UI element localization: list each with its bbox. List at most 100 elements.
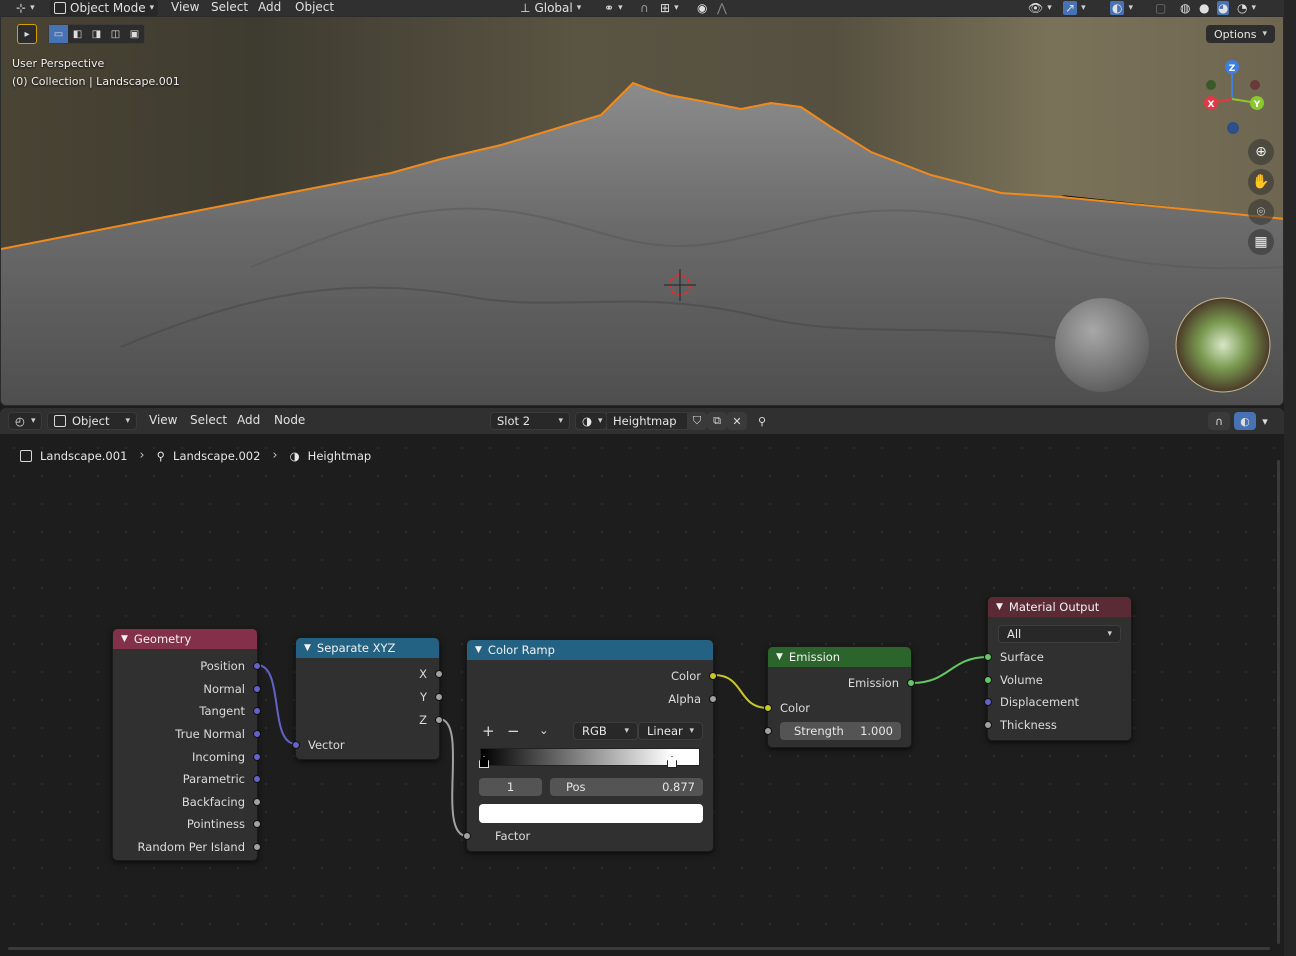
vertical-scrollbar[interactable] [1277, 460, 1280, 944]
interpolation-dropdown[interactable]: Linear ▾ [638, 722, 703, 740]
stop-position-field[interactable]: Pos 0.877 [550, 778, 703, 796]
geometry-node[interactable]: ▼ Geometry Position Normal Tangent True … [112, 628, 261, 861]
color-mode-dropdown[interactable]: RGB ▾ [573, 722, 638, 740]
shading-solid[interactable]: ● [1199, 0, 1209, 16]
menu-select[interactable]: Select [190, 413, 227, 427]
add-stop-button[interactable]: + [482, 722, 495, 740]
menu-node[interactable]: Node [274, 413, 305, 427]
mode-dropdown[interactable]: Object Mode ▾ [50, 0, 159, 16]
socket-strength-input[interactable] [764, 727, 772, 735]
select-extend-mode[interactable]: ◧ [68, 25, 87, 43]
shading-rendered[interactable]: ◔ ▾ [1237, 0, 1256, 16]
pan-button[interactable]: ✋ [1248, 169, 1274, 195]
socket-true-normal[interactable] [253, 730, 261, 738]
overlay-dropdown[interactable]: ▾ [1256, 412, 1274, 430]
node-editor-type-button[interactable]: ◴ ▾ [8, 412, 42, 430]
stop-color-swatch[interactable] [479, 804, 703, 823]
unlink-material-button[interactable]: ✕ [727, 412, 747, 430]
material-name-field[interactable]: Heightmap [606, 412, 688, 430]
render-target-dropdown[interactable]: All ▾ [998, 625, 1121, 643]
socket-vector-input[interactable] [292, 741, 300, 749]
breadcrumb-mesh[interactable]: Landscape.002 [173, 449, 260, 463]
socket-tangent[interactable] [253, 707, 261, 715]
chevron-down-icon[interactable]: ▼ [475, 645, 482, 655]
visibility-dropdown[interactable]: 👁 ▾ [1028, 0, 1052, 16]
socket-thickness[interactable] [984, 721, 992, 729]
socket-x[interactable] [435, 670, 443, 678]
shader-type-dropdown[interactable]: Object ▾ [47, 412, 137, 430]
socket-incoming[interactable] [253, 753, 261, 761]
menu-object[interactable]: Object [295, 0, 334, 16]
transform-orientation-dropdown[interactable]: ⊥ Global ▾ [520, 0, 581, 16]
socket-y[interactable] [435, 693, 443, 701]
gizmo-toggle[interactable]: ↗ ▾ [1063, 0, 1086, 16]
chevron-down-icon[interactable]: ▼ [776, 652, 783, 662]
separate-xyz-node[interactable]: ▼ Separate XYZ X Y Z Vector [292, 637, 443, 760]
xray-toggle[interactable]: ▢ [1155, 0, 1166, 16]
falloff-dropdown[interactable]: ⋀ [717, 0, 727, 16]
breadcrumb-material[interactable]: Heightmap [308, 449, 372, 463]
neg-x-axis-handle[interactable] [1250, 80, 1260, 90]
socket-displacement[interactable] [984, 698, 992, 706]
overlay-toggle[interactable]: ◐ ▾ [1110, 0, 1133, 16]
horizontal-scrollbar[interactable] [8, 947, 1270, 950]
camera-view-button[interactable]: ⌾ [1248, 199, 1274, 225]
breadcrumb-object[interactable]: Landscape.001 [40, 449, 127, 463]
select-intersect-mode[interactable]: ▣ [125, 25, 144, 43]
socket-pointiness[interactable] [253, 820, 261, 828]
navigation-gizmo[interactable]: Z Y X [1189, 55, 1279, 145]
fake-user-button[interactable]: ⛉ [687, 412, 707, 430]
shading-wireframe[interactable]: ◍ [1180, 0, 1190, 16]
snap-toggle[interactable]: ∩ [640, 0, 649, 16]
menu-view[interactable]: View [171, 0, 199, 16]
select-subtract-mode[interactable]: ◨ [87, 25, 106, 43]
select-cursor-tool[interactable]: ▸ [17, 24, 37, 44]
chevron-down-icon[interactable]: ▼ [996, 602, 1003, 612]
active-stop-index[interactable]: 1 [479, 778, 542, 796]
3d-viewport[interactable]: ▸ ▭ ◧ ◨ ◫ ▣ User Perspective (0) Collect… [0, 16, 1284, 406]
emission-node-header[interactable]: ▼ Emission [768, 647, 911, 667]
snap-target-dropdown[interactable]: ⊞ ▾ [660, 0, 679, 16]
browse-material-button[interactable]: ◑ ▾ [575, 412, 607, 430]
socket-z[interactable] [435, 716, 443, 724]
color-ramp-node-header[interactable]: ▼ Color Ramp [467, 640, 713, 660]
socket-backfacing[interactable] [253, 798, 261, 806]
menu-select[interactable]: Select [211, 0, 248, 16]
menu-view[interactable]: View [149, 413, 177, 427]
remove-stop-button[interactable]: − [507, 722, 520, 740]
overlay-toggle[interactable]: ◐ [1234, 412, 1256, 430]
chevron-down-icon[interactable]: ▼ [304, 643, 311, 653]
socket-position[interactable] [253, 662, 261, 670]
duplicate-material-button[interactable]: ⧉ [707, 412, 727, 430]
snap-toggle[interactable]: ∩ [1208, 412, 1230, 430]
ortho-toggle-button[interactable]: ▦ [1248, 229, 1274, 255]
chevron-down-icon[interactable]: ▼ [121, 634, 128, 644]
color-ramp-node[interactable]: ▼ Color Ramp Color Alpha + − ⌄ RGB ▾ Lin… [463, 639, 717, 852]
editor-type-button[interactable]: ⊹ ▾ [16, 0, 35, 16]
material-slot-dropdown[interactable]: Slot 2 ▾ [490, 412, 570, 430]
pin-button[interactable]: ⚲ [752, 412, 772, 430]
geometry-node-header[interactable]: ▼ Geometry [113, 629, 257, 649]
zoom-button[interactable]: ⊕ [1248, 139, 1274, 165]
socket-normal[interactable] [253, 685, 261, 693]
socket-volume[interactable] [984, 676, 992, 684]
shading-material[interactable]: ◕ [1217, 0, 1230, 16]
strength-field[interactable]: Strength 1.000 [780, 722, 901, 740]
socket-emission-output[interactable] [907, 679, 915, 687]
socket-color-input[interactable] [764, 704, 772, 712]
socket-surface[interactable] [984, 653, 992, 661]
select-new-mode[interactable]: ▭ [49, 25, 68, 43]
select-invert-mode[interactable]: ◫ [106, 25, 125, 43]
ramp-specials-button[interactable]: ⌄ [539, 723, 549, 737]
material-output-node[interactable]: ▼ Material Output All ▾ Surface Volume D… [984, 596, 1132, 741]
socket-parametric[interactable] [253, 775, 261, 783]
neg-y-axis-handle[interactable] [1206, 80, 1216, 90]
menu-add[interactable]: Add [258, 0, 281, 16]
socket-alpha-output[interactable] [709, 695, 717, 703]
pivot-point-button[interactable]: ⚭ ▾ [604, 0, 623, 16]
socket-color-output[interactable] [709, 672, 717, 680]
socket-factor-input[interactable] [463, 832, 471, 840]
options-dropdown[interactable]: Options ▾ [1206, 25, 1275, 43]
socket-random-per-island[interactable] [253, 843, 261, 851]
neg-z-axis-handle[interactable] [1227, 122, 1239, 134]
